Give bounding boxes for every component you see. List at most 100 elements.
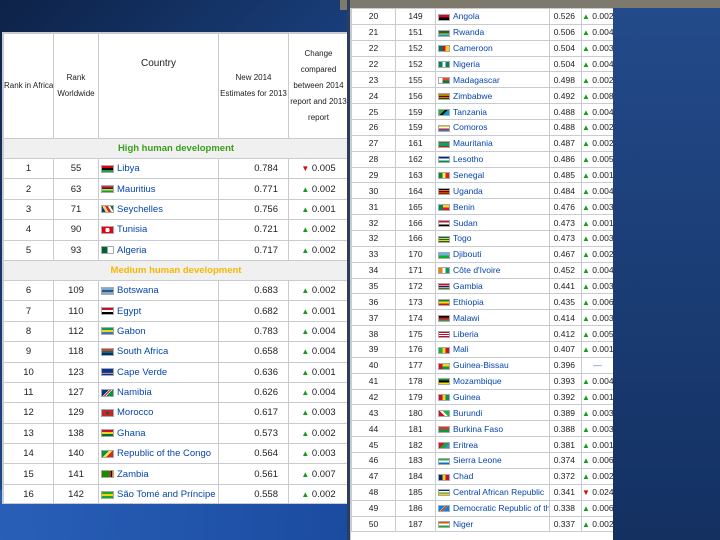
country-link[interactable]: Republic of the Congo — [117, 448, 211, 459]
change-cell: ▲ 0.002 — [581, 515, 613, 533]
change-value: 0.024 — [589, 487, 613, 498]
change-value: 0.003 — [589, 201, 613, 212]
rank-world-cell: 90 — [53, 219, 99, 241]
country-link[interactable]: Niger — [453, 519, 473, 529]
country-link[interactable]: Democratic Republic of the Congo — [453, 503, 549, 513]
country-link[interactable]: Côte d'Ivoire — [453, 265, 500, 275]
country-link[interactable]: Namibia — [117, 387, 152, 398]
hdi-value-cell: 0.558 — [218, 483, 289, 503]
section-label: Medium human development — [110, 264, 242, 276]
table-row: 33 170 Djibouti 0.467 ▲ 0.002 — [351, 245, 613, 263]
country-link[interactable]: Eritrea — [453, 440, 478, 450]
change-cell: ▲ 0.005 — [581, 325, 613, 343]
country-link[interactable]: Libya — [117, 163, 140, 174]
hdi-value-cell: 0.682 — [218, 300, 289, 322]
country-link[interactable]: Djibouti — [453, 249, 481, 259]
change-cell: ▲ 0.006 — [581, 452, 613, 469]
hdi-value-cell: 0.435 — [549, 293, 582, 311]
country-link[interactable]: Liberia — [453, 329, 479, 339]
country-cell: Ethiopia — [435, 293, 550, 311]
increase-arrow-icon: ▲ — [582, 250, 590, 260]
change-cell: ▲ 0.002 — [288, 483, 348, 503]
algeria-flag — [101, 246, 114, 255]
country-link[interactable]: Tanzania — [453, 107, 487, 117]
header-estimate[interactable]: New 2014 Estimates for 2013 — [218, 33, 289, 139]
rank-africa-cell: 30 — [351, 182, 396, 200]
rank-world-cell: 156 — [395, 87, 436, 105]
country-link[interactable]: Madagascar — [453, 75, 500, 85]
country-cell: Senegal — [435, 166, 550, 184]
header-rank-world[interactable]: Rank Worldwide — [53, 33, 99, 139]
rank-world-cell: 151 — [395, 23, 436, 41]
country-link[interactable]: Botswana — [117, 285, 159, 296]
change-cell: — — [581, 356, 613, 374]
country-cell: Comoros — [435, 119, 550, 136]
country-link[interactable]: Cameroon — [453, 43, 493, 53]
country-link[interactable]: Gabon — [117, 326, 146, 337]
country-link[interactable]: Sierra Leone — [453, 455, 502, 465]
country-link[interactable]: Tunisia — [117, 224, 147, 235]
country-link[interactable]: Morocco — [117, 407, 153, 418]
table-row: 41 178 Mozambique 0.393 ▲ 0.004 — [351, 372, 613, 390]
change-cell: ▲ 0.002 — [288, 279, 348, 302]
rank-world-cell: 183 — [395, 452, 436, 469]
header-change[interactable]: Change compared between 2014 report and … — [288, 33, 348, 139]
country-link[interactable]: Nigeria — [453, 59, 480, 69]
table-row: 21 151 Rwanda 0.506 ▲ 0.004 — [351, 23, 613, 41]
country-link[interactable]: Comoros — [453, 122, 487, 132]
country-link[interactable]: Seychelles — [117, 204, 163, 215]
djibouti-flag — [438, 251, 450, 259]
table-row: 45 182 Eritrea 0.381 ▲ 0.001 — [351, 436, 613, 454]
country-link[interactable]: Cape Verde — [117, 367, 167, 378]
country-link[interactable]: Lesotho — [453, 154, 483, 164]
country-link[interactable]: Algeria — [117, 245, 147, 256]
table-row: 28 162 Lesotho 0.486 ▲ 0.005 — [351, 150, 613, 168]
togo-flag — [438, 235, 450, 243]
country-link[interactable]: Ghana — [117, 428, 146, 439]
country-link[interactable]: South Africa — [117, 346, 168, 357]
section-cell: High human development — [3, 138, 348, 159]
country-link[interactable]: Zimbabwe — [453, 91, 492, 101]
country-link[interactable]: Burundi — [453, 408, 482, 418]
country-link[interactable]: Togo — [453, 233, 471, 243]
country-link[interactable]: Mali — [453, 344, 469, 354]
rank-africa-cell: 15 — [3, 463, 54, 485]
rank-world-cell: 93 — [53, 239, 99, 261]
gabon-flag — [101, 327, 114, 336]
change-cell: ▲ 0.004 — [581, 372, 613, 390]
country-link[interactable]: Uganda — [453, 186, 483, 196]
rank-africa-cell: 4 — [3, 219, 54, 241]
change-value: 0.004 — [309, 387, 336, 399]
country-link[interactable]: Guinea-Bissau — [453, 360, 509, 370]
change-value: 0.001 — [309, 203, 336, 215]
country-link[interactable]: Gambia — [453, 281, 483, 291]
country-link[interactable]: Central African Republic — [453, 487, 544, 497]
rank-world-cell: 166 — [395, 230, 436, 247]
country-link[interactable]: Mozambique — [453, 376, 502, 386]
country-link[interactable]: Zambia — [117, 469, 149, 480]
botswana-flag — [101, 286, 114, 295]
country-link[interactable]: Mauritius — [117, 184, 156, 195]
country-link[interactable]: São Tomé and Príncipe — [117, 489, 216, 500]
country-link[interactable]: Guinea — [453, 392, 480, 402]
country-cell: Benin — [435, 198, 550, 216]
country-link[interactable]: Burkina Faso — [453, 424, 503, 434]
country-cell: Cape Verde — [98, 361, 219, 383]
increase-arrow-icon: ▲ — [582, 472, 590, 482]
country-cell: Seychelles — [98, 198, 219, 221]
country-link[interactable]: Malawi — [453, 313, 479, 323]
header-rank-africa[interactable]: Rank in Africa — [3, 33, 54, 139]
country-link[interactable]: Mauritania — [453, 138, 493, 148]
country-link[interactable]: Senegal — [453, 170, 484, 180]
country-link[interactable]: Ethiopia — [453, 297, 484, 307]
guineabissau-flag — [438, 362, 450, 370]
benin-flag — [438, 203, 450, 211]
country-link[interactable]: Egypt — [117, 306, 141, 317]
country-link[interactable]: Chad — [453, 471, 473, 481]
country-link[interactable]: Benin — [453, 202, 475, 212]
header-country[interactable]: Country — [98, 33, 219, 139]
country-link[interactable]: Angola — [453, 11, 479, 21]
change-cell: ▲ 0.004 — [581, 23, 613, 41]
country-link[interactable]: Sudan — [453, 218, 478, 228]
country-link[interactable]: Rwanda — [453, 27, 484, 37]
